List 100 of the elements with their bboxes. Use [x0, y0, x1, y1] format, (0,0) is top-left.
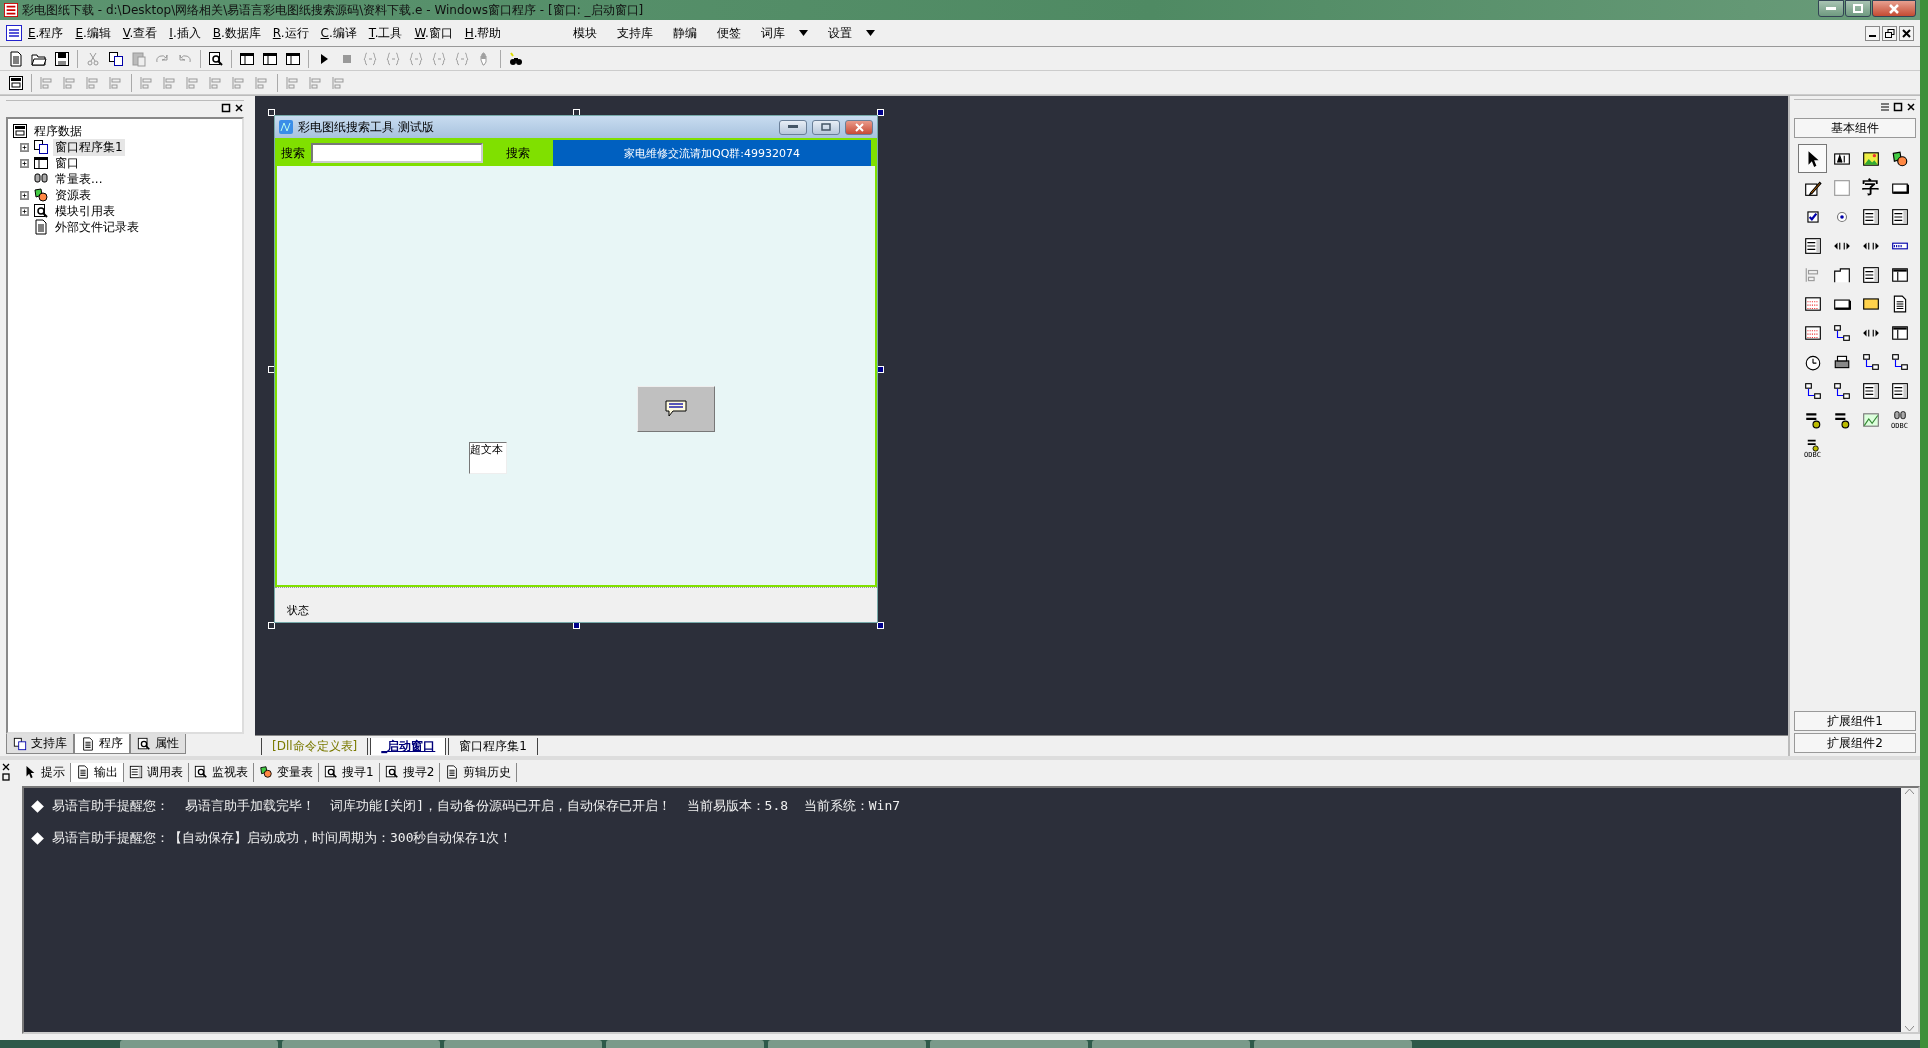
chart-icon — [1861, 410, 1880, 429]
minimize-icon — [788, 125, 798, 129]
menu-item[interactable]: 便签 — [707, 24, 752, 42]
tree-item[interactable]: 窗口 — [53, 154, 81, 172]
close-icon[interactable] — [2, 763, 10, 771]
resize-handle[interactable] — [268, 622, 275, 629]
output-tab[interactable]: 变量表 — [254, 762, 319, 782]
picture-icon — [1861, 149, 1880, 168]
output-tab[interactable]: 搜寻1 — [319, 762, 380, 782]
shapes-icon — [1890, 149, 1909, 168]
toolbox-category-button[interactable]: 基本组件 — [1794, 118, 1916, 138]
menu-item[interactable]: W.窗口 — [408, 24, 459, 42]
minimize-button[interactable] — [779, 119, 807, 135]
output-message: 易语言助手提醒您：【自动保存】启动成功，时间周期为：300秒自动保存1次！ — [52, 829, 513, 847]
network-icon — [1803, 381, 1822, 400]
close-button[interactable] — [1872, 0, 1916, 17]
output-tab[interactable]: 监视表 — [189, 762, 254, 782]
minimize-button[interactable] — [1818, 0, 1844, 17]
pin-icon[interactable] — [221, 103, 231, 113]
toolbox-category-button[interactable]: 扩展组件1 — [1794, 711, 1916, 731]
resize-handle[interactable] — [877, 622, 884, 629]
database-icon — [1832, 410, 1851, 429]
layout-icon[interactable] — [285, 50, 301, 67]
menu-item[interactable]: B.数据库 — [206, 24, 267, 42]
layout-icon[interactable] — [239, 50, 255, 67]
tree-item[interactable]: 外部文件记录表 — [53, 218, 141, 236]
panel-tab[interactable]: 程序 — [74, 734, 130, 754]
menu-item[interactable]: 支持库 — [607, 24, 664, 42]
maximize-button[interactable] — [812, 119, 840, 135]
document-tab[interactable]: _启动窗口 — [370, 737, 447, 755]
toolbox-category-button[interactable]: 扩展组件2 — [1794, 733, 1916, 753]
menu-item[interactable]: 词库 — [751, 24, 819, 42]
menu-item[interactable]: I.插入 — [163, 24, 207, 42]
menu-item[interactable]: T.工具 — [362, 24, 409, 42]
menu-item[interactable]: 静编 — [663, 24, 708, 42]
listbox-icon — [1890, 207, 1909, 226]
output-tab[interactable]: 剪辑历史 — [440, 762, 518, 782]
tree-item[interactable]: 模块引用表 — [53, 202, 117, 220]
menu-icon[interactable] — [1880, 102, 1890, 112]
close-button[interactable] — [1899, 25, 1914, 41]
save-icon[interactable] — [54, 50, 70, 67]
frame-icon — [1832, 178, 1851, 197]
maximize-icon — [821, 123, 831, 131]
expand-icon[interactable] — [20, 206, 29, 216]
output-tab[interactable]: 调用表 — [124, 762, 189, 782]
network-icon — [1861, 352, 1880, 371]
panel-tab[interactable]: 支持库 — [6, 734, 74, 754]
find-icon[interactable] — [208, 50, 224, 67]
pin-icon[interactable] — [1893, 102, 1903, 112]
output-tab[interactable]: 输出 — [71, 762, 124, 782]
window-title: 彩电图纸下载 - d:\Desktop\网络相关\易语言彩电图纸搜索源码\资料下载.e - Windows窗口程序 - [窗口: _启动窗口] — [22, 1, 645, 19]
form-title: 彩电图纸搜索工具 测试版 — [298, 118, 435, 136]
minimize-button[interactable] — [1865, 25, 1880, 41]
tabs-icon — [1832, 265, 1851, 284]
copy-icon[interactable] — [108, 50, 124, 67]
menu-item[interactable]: C.编译 — [314, 24, 363, 42]
resize-handle[interactable] — [268, 109, 275, 116]
form-logo-icon — [279, 120, 293, 134]
tree-item[interactable]: 窗口程序集1 — [53, 138, 125, 156]
window-icon — [33, 155, 49, 171]
restore-icon — [1884, 28, 1895, 38]
form-icon[interactable] — [8, 74, 24, 91]
tree-item[interactable]: 资源表 — [53, 186, 93, 204]
toolbox-item[interactable] — [1798, 144, 1827, 173]
find-icon — [384, 765, 399, 779]
menu-item[interactable]: E.编辑 — [69, 24, 117, 42]
pin-icon[interactable] — [2, 773, 10, 781]
scrollbar[interactable] — [1901, 788, 1918, 1032]
output-message: 易语言助手提醒您： 易语言助手加载完毕！ 词库功能[关闭]，自动备份源码已开启，自动保存已开启！ 当前易版本：5.8 当前系统：Win7 — [52, 797, 901, 815]
toolbox-item[interactable]: 字 — [1856, 173, 1885, 202]
menu-item[interactable]: E.程序 — [22, 24, 70, 42]
message-button[interactable] — [637, 386, 715, 432]
menu-item[interactable]: R.运行 — [266, 24, 315, 42]
menu-item[interactable]: 模块 — [563, 24, 608, 42]
tree-item[interactable]: 常量表... — [53, 170, 105, 188]
expand-icon[interactable] — [20, 142, 29, 152]
output-tab[interactable]: 搜寻2 — [379, 762, 441, 782]
menu-item[interactable]: 设置 — [818, 24, 886, 42]
tree-item[interactable]: 程序数据 — [32, 122, 84, 140]
expand-icon[interactable] — [20, 190, 29, 200]
minimize-icon — [1826, 6, 1836, 11]
binoculars-icon[interactable] — [508, 50, 524, 67]
hypertext-box[interactable]: 超文本 — [469, 442, 507, 474]
close-icon — [1902, 28, 1911, 38]
expand-icon[interactable] — [20, 158, 29, 168]
new-file-icon[interactable] — [8, 50, 24, 67]
layout-icon[interactable] — [262, 50, 278, 67]
menu-item[interactable]: H.帮助 — [458, 24, 508, 42]
restore-button[interactable] — [1845, 0, 1871, 17]
document-tab[interactable]: [Dll命令定义表] — [261, 737, 369, 755]
resize-handle[interactable] — [877, 109, 884, 116]
close-icon[interactable] — [234, 103, 244, 113]
close-icon[interactable] — [1906, 102, 1916, 112]
app-logo-icon — [4, 3, 18, 17]
menu-item[interactable]: V.查看 — [116, 24, 164, 42]
search-button[interactable]: 搜索 — [489, 144, 547, 162]
document-tab[interactable]: 窗口程序集1 — [448, 737, 538, 755]
restore-button[interactable] — [1882, 25, 1897, 41]
panel-tab[interactable]: 属性 — [130, 734, 186, 754]
search-field[interactable] — [311, 143, 483, 163]
